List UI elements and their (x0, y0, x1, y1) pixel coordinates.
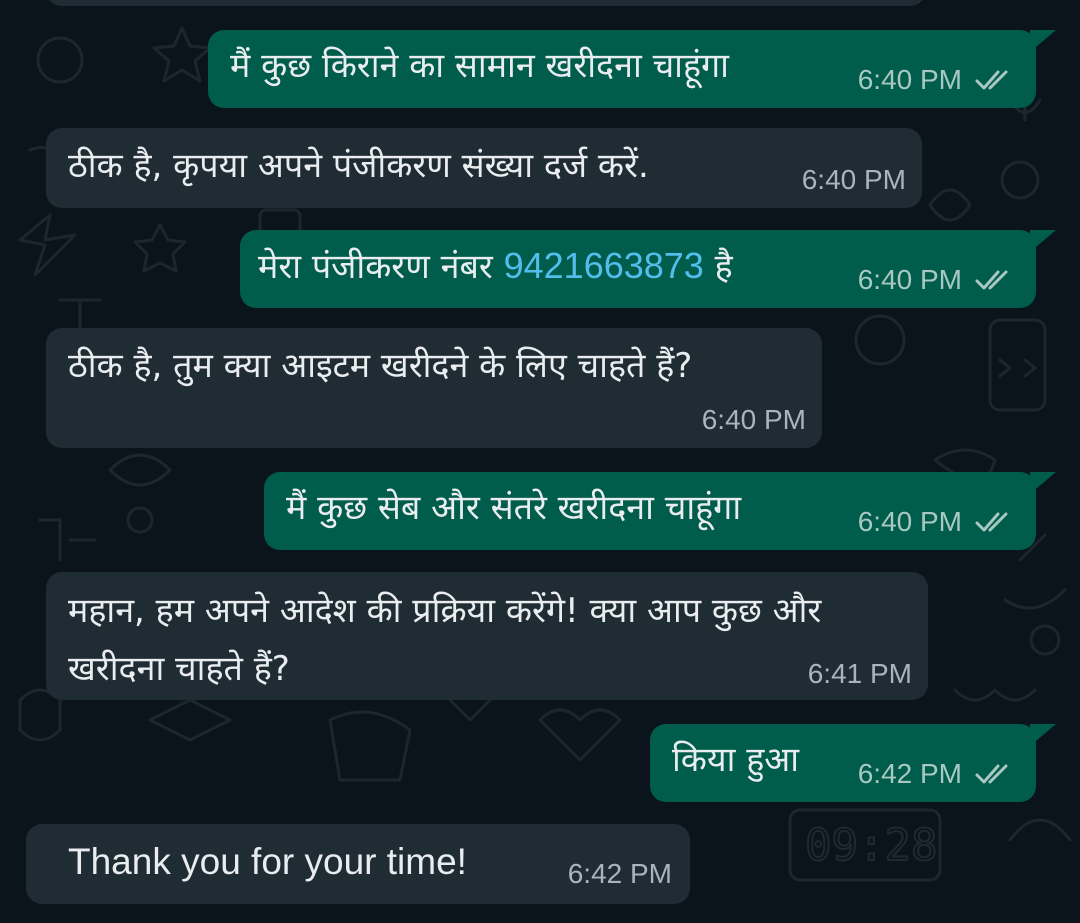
message-bubble-outgoing[interactable]: मैं कुछ सेब और संतरे खरीदना चाहूंगा 6:40… (264, 472, 1036, 550)
message-time: 6:42 PM (857, 758, 962, 789)
message-meta: 6:42 PM (858, 758, 1016, 790)
message-text-after: है (703, 247, 733, 287)
message-text: महान, हम अपने आदेश की प्रक्रिया करेंगे! … (68, 591, 822, 689)
message-bubble-incoming[interactable]: Thank you for your time! 6:42 PM (26, 824, 690, 904)
message-time: 6:40 PM (857, 264, 962, 295)
double-check-icon (975, 512, 1008, 532)
message-meta: 6:40 PM (802, 164, 906, 196)
message-text: मैं कुछ सेब और संतरे खरीदना चाहूंगा (286, 488, 742, 528)
message-time: 6:40 PM (701, 404, 806, 435)
double-check-icon (975, 764, 1008, 784)
message-bubble-outgoing[interactable]: मेरा पंजीकरण नंबर 9421663873 है 6:40 PM (240, 230, 1036, 308)
message-text: Thank you for your time! (68, 841, 467, 882)
message-text: मैं कुछ किराने का सामान खरीदना चाहूंगा (230, 46, 729, 86)
message-meta: 6:40 PM (858, 506, 1016, 538)
message-bubble-incoming[interactable] (46, 0, 926, 6)
message-time: 6:40 PM (857, 506, 962, 537)
double-check-icon (975, 270, 1008, 290)
message-text-before: मेरा पंजीकरण नंबर (258, 247, 504, 287)
message-bubble-incoming[interactable]: ठीक है, कृपया अपने पंजीकरण संख्या दर्ज क… (46, 128, 922, 208)
message-time: 6:40 PM (857, 64, 962, 95)
message-meta: 6:40 PM (858, 64, 1016, 96)
message-bubble-outgoing[interactable]: किया हुआ 6:42 PM (650, 724, 1036, 802)
message-meta: 6:41 PM (808, 658, 912, 690)
message-bubble-incoming[interactable]: महान, हम अपने आदेश की प्रक्रिया करेंगे! … (46, 572, 928, 700)
message-meta: 6:42 PM (568, 858, 672, 890)
message-time: 6:40 PM (801, 164, 906, 195)
message-time: 6:42 PM (567, 858, 672, 889)
message-meta: 6:40 PM (858, 264, 1016, 296)
message-text: ठीक है, कृपया अपने पंजीकरण संख्या दर्ज क… (68, 146, 649, 186)
svg-text:09:28: 09:28 (805, 820, 937, 871)
message-text: मेरा पंजीकरण नंबर 9421663873 है (258, 238, 733, 295)
phone-number-link[interactable]: 9421663873 (504, 245, 704, 286)
message-text: ठीक है, तुम क्या आइटम खरीदने के लिए चाहत… (68, 346, 693, 386)
message-bubble-incoming[interactable]: ठीक है, तुम क्या आइटम खरीदने के लिए चाहत… (46, 328, 822, 448)
double-check-icon (975, 70, 1008, 90)
message-time: 6:41 PM (807, 658, 912, 689)
message-meta: 6:40 PM (702, 404, 806, 436)
message-bubble-outgoing[interactable]: मैं कुछ किराने का सामान खरीदना चाहूंगा 6… (208, 30, 1036, 108)
message-text: किया हुआ (672, 740, 800, 780)
